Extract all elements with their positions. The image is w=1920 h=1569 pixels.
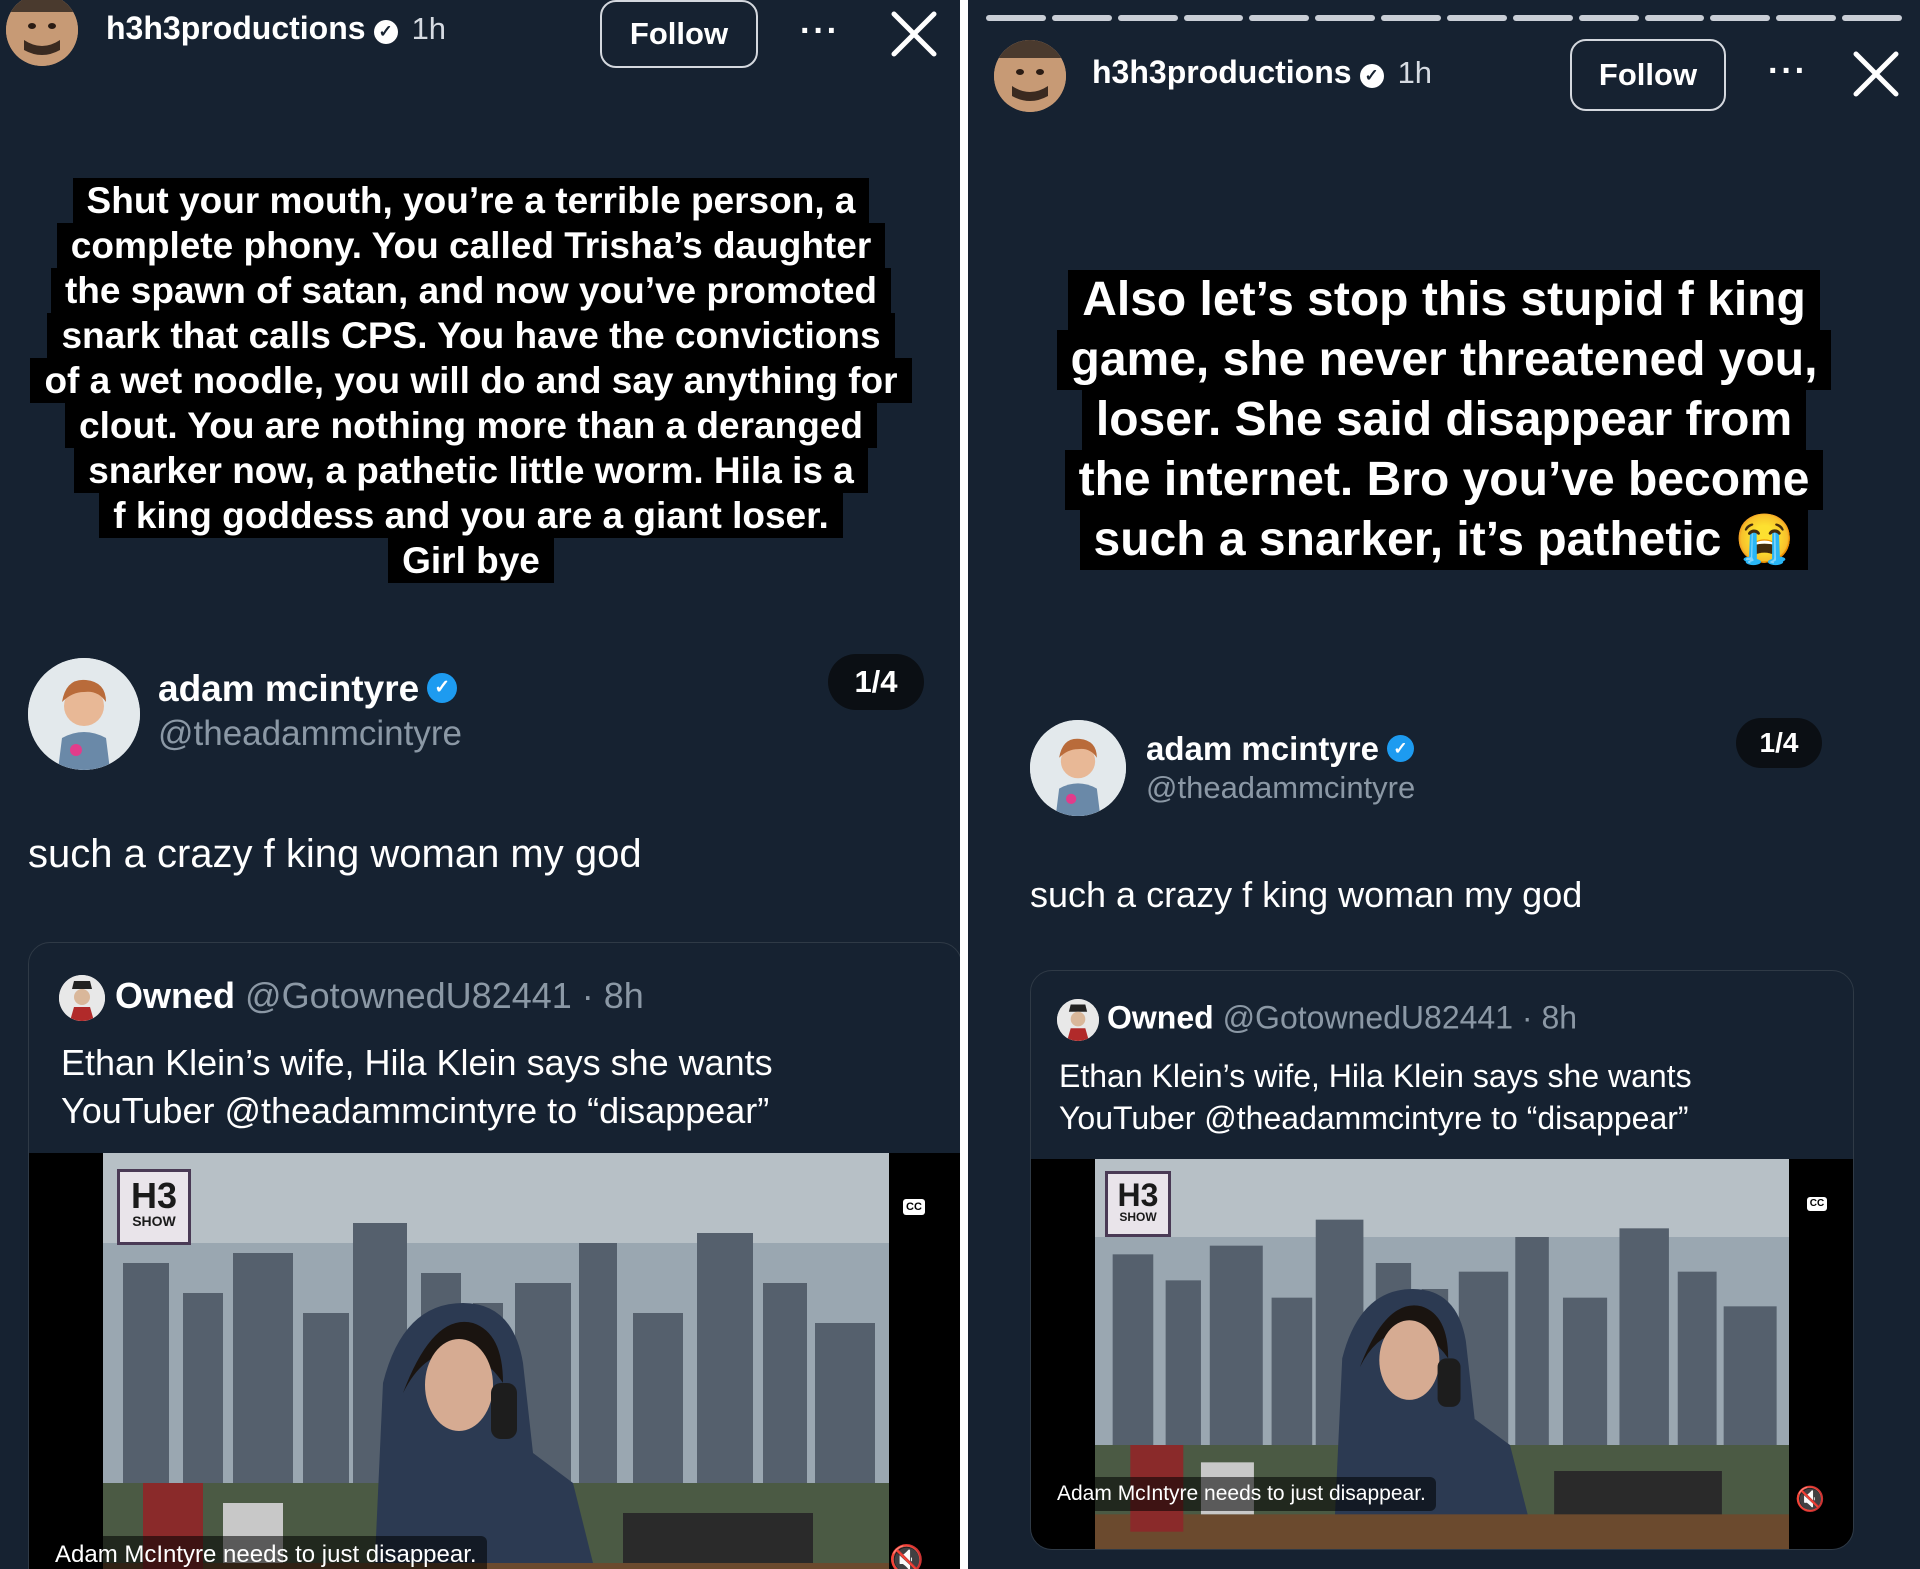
quoted-author-name: Owned (115, 975, 236, 1016)
story-user[interactable]: h3h3productions ✓ 1h (106, 10, 446, 47)
more-options-icon[interactable]: ··· (800, 12, 840, 51)
quoted-avatar-icon (59, 975, 105, 1022)
caption-line: f king goddess and you are a giant loser… (99, 493, 843, 538)
tweet-author[interactable]: adam mcintyre ✓ (158, 668, 458, 710)
caption-line: loser. She said disappear from (1081, 390, 1807, 450)
story-progress-bar (986, 15, 1903, 21)
tweet-text: such a crazy f king woman my god (28, 832, 642, 876)
video-subtitle: Adam McIntyre needs to just disappear. (1047, 1477, 1436, 1511)
profile-avatar[interactable] (6, 0, 78, 66)
quoted-tweet-card[interactable]: Owned @GotownedU82441 · 8h Ethan Klein’s… (28, 942, 960, 1569)
avatar-face-icon (6, 0, 78, 66)
quoted-tweet-text: Ethan Klein’s wife, Hila Klein says she … (61, 1039, 773, 1135)
tweet-handle[interactable]: @theadammcintyre (1146, 770, 1415, 806)
quoted-line: YouTuber @theadammcintyre to “disappear” (61, 1090, 770, 1131)
tweet-text: such a crazy f king woman my god (1030, 874, 1583, 915)
story-header: h3h3productions ✓ 1h Follow ··· (0, 0, 960, 80)
verified-icon: ✓ (427, 673, 458, 704)
tweet-handle[interactable]: @theadammcintyre (158, 714, 462, 754)
caption-line: snarker now, a pathetic little worm. Hil… (74, 448, 868, 493)
quoted-tweet-text: Ethan Klein’s wife, Hila Klein says she … (1059, 1055, 1692, 1139)
quoted-line: Ethan Klein’s wife, Hila Klein says she … (61, 1042, 773, 1083)
h3-logo-sub: SHOW (1119, 1210, 1157, 1224)
h3-show-logo: H3 SHOW (117, 1169, 191, 1245)
tweet-avatar-icon (1030, 720, 1126, 816)
caption-line: Shut your mouth, you’re a terrible perso… (72, 178, 870, 223)
follow-button[interactable]: Follow (1570, 39, 1726, 111)
verified-icon: ✓ (1386, 734, 1414, 762)
closed-captions-icon[interactable]: CC (1807, 1197, 1827, 1211)
follow-button[interactable]: Follow (600, 0, 758, 68)
tweet-avatar[interactable] (28, 658, 140, 770)
story-header: h3h3productions ✓ 1h Follow ··· (968, 32, 1920, 122)
caption-line: of a wet noodle, you will do and say any… (30, 358, 912, 403)
caption-line: the internet. Bro you’ve become (1064, 450, 1824, 510)
quoted-meta: @GotownedU82441 · 8h (1222, 999, 1578, 1036)
verified-badge-icon: ✓ (373, 19, 398, 44)
tweet-avatar-icon (28, 658, 140, 770)
more-options-icon[interactable]: ··· (1768, 52, 1808, 91)
quoted-line: YouTuber @theadammcintyre to “disappear” (1059, 1100, 1689, 1136)
page-badge: 1/4 (828, 654, 924, 710)
quoted-line: Ethan Klein’s wife, Hila Klein says she … (1059, 1058, 1692, 1094)
username[interactable]: h3h3productions (106, 10, 366, 46)
caption-line: clout. You are nothing more than a deran… (65, 403, 877, 448)
video-player[interactable]: H3 SHOW CC Adam McIntyre needs to just d… (29, 1153, 960, 1569)
tweet-avatar[interactable] (1030, 720, 1126, 816)
tweet-author[interactable]: adam mcintyre ✓ (1146, 730, 1414, 768)
quoted-meta: @GotownedU82441 · 8h (245, 975, 644, 1016)
quoted-avatar-icon (1057, 999, 1099, 1041)
caption-line: such a snarker, it’s pathetic 😭 (1079, 510, 1809, 570)
page-badge: 1/4 (1736, 718, 1822, 768)
caption-line: the spawn of satan, and now you’ve promo… (50, 268, 892, 313)
tweet-author-name[interactable]: adam mcintyre (1146, 730, 1379, 767)
video-frame (103, 1153, 889, 1569)
close-icon[interactable] (890, 10, 938, 58)
caption-line: snark that calls CPS. You have the convi… (47, 313, 895, 358)
story-user[interactable]: h3h3productions ✓ 1h (1092, 54, 1432, 91)
story-time: 1h (1397, 55, 1433, 90)
mute-icon[interactable]: 🔇 (889, 1543, 924, 1569)
avatar-face-icon (994, 40, 1066, 112)
h3-logo-main: H3 (1117, 1177, 1159, 1213)
profile-avatar[interactable] (994, 40, 1066, 112)
quoted-tweet-header: Owned @GotownedU82441 · 8h (1057, 999, 1577, 1041)
story-panel-left: h3h3productions ✓ 1h Follow ··· Shut your … (0, 0, 960, 1569)
caption-line: Girl bye (388, 538, 554, 583)
video-subtitle: Adam McIntyre needs to just disappear. (45, 1536, 487, 1569)
close-icon[interactable] (1852, 50, 1900, 98)
video-player[interactable]: H3 SHOW CC Adam McIntyre needs to just d… (1031, 1159, 1853, 1549)
quoted-tweet-card[interactable]: Owned @GotownedU82441 · 8h Ethan Klein’s… (1030, 970, 1854, 1550)
h3-logo-main: H3 (130, 1175, 178, 1216)
caption-line: complete phony. You called Trisha’s daug… (56, 223, 886, 268)
quoted-tweet-header: Owned @GotownedU82441 · 8h (59, 975, 644, 1022)
story-time: 1h (411, 11, 447, 46)
mute-icon[interactable]: 🔇 (1795, 1485, 1825, 1514)
username[interactable]: h3h3productions (1092, 54, 1352, 90)
h3-logo-sub: SHOW (132, 1213, 176, 1229)
quoted-author-name: Owned (1107, 999, 1214, 1036)
closed-captions-icon[interactable]: CC (903, 1199, 925, 1215)
h3-show-logo: H3 SHOW (1105, 1171, 1171, 1237)
tweet-author-name[interactable]: adam mcintyre (158, 668, 419, 709)
story-caption: Shut your mouth, you’re a terrible perso… (18, 178, 924, 583)
caption-line: Also let’s stop this stupid f king (1068, 270, 1820, 330)
story-caption: Also let’s stop this stupid f king game,… (1008, 270, 1880, 570)
verified-badge-icon: ✓ (1359, 63, 1384, 88)
caption-line: game, she never threatened you, (1056, 330, 1832, 390)
story-panel-right: h3h3productions ✓ 1h Follow ··· Also let’s… (968, 0, 1920, 1569)
